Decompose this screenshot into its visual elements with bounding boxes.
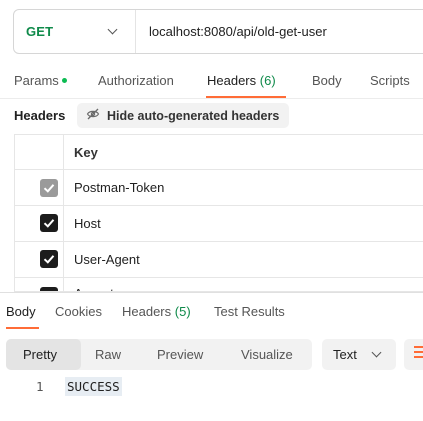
table-row-key: Postman-Token [74,180,165,195]
column-header-key: Key [74,145,98,160]
headers-table: Key Postman-Token Host User-Agent Accept [14,134,423,292]
tab-authorization[interactable]: Authorization [98,73,174,88]
tab-params-label: Params [14,73,59,88]
response-divider [0,292,423,293]
format-preview-button[interactable]: Preview [157,347,203,362]
response-tab-headers-label: Headers [122,304,172,319]
url-bar: GET localhost:8080/api/old-get-user [13,9,423,54]
tab-body[interactable]: Body [312,73,342,88]
tab-scripts-label: Scripts [370,73,410,88]
tab-authorization-label: Authorization [98,73,174,88]
response-body-line: SUCCESS [65,377,122,396]
hide-auto-headers-button[interactable]: Hide auto-generated headers [77,103,289,128]
response-tab-headers[interactable]: Headers (5) [122,304,191,319]
response-tab-headers-count: (5) [174,304,191,319]
params-active-dot-icon [61,78,67,83]
divider [0,98,423,99]
body-type-select[interactable]: Text [322,339,396,370]
tab-headers-count: (6) [259,73,276,88]
tab-headers-label: Headers [207,73,257,88]
method-label: GET [26,24,54,39]
line-number: 1 [36,379,44,394]
table-row-key: Host [74,216,101,231]
response-tab-test-results-label: Test Results [214,304,285,319]
response-tab-cookies-label: Cookies [55,304,102,319]
row-checkbox-host[interactable] [40,214,58,232]
tab-scripts[interactable]: Scripts [370,73,410,88]
format-raw-button[interactable]: Raw [95,347,121,362]
column-divider [63,135,64,291]
check-icon [43,184,55,193]
body-type-label: Text [333,347,357,362]
wrap-lines-icon [414,346,423,360]
tab-params[interactable]: Params [14,73,67,88]
url-input[interactable]: localhost:8080/api/old-get-user [149,24,327,39]
tab-body-label: Body [312,73,342,88]
format-pretty-label: Pretty [23,347,57,362]
method-select[interactable]: GET [14,10,136,53]
response-format-bar: Pretty Raw Preview Visualize [6,339,312,370]
chevron-down-icon [371,347,382,358]
row-checkbox-user-agent[interactable] [40,250,58,268]
headers-section-title: Headers [14,108,66,123]
format-visualize-button[interactable]: Visualize [241,347,293,362]
response-tab-body[interactable]: Body [6,304,36,319]
chevron-down-icon [107,24,118,35]
eye-off-icon [86,107,100,124]
response-tab-test-results[interactable]: Test Results [214,304,285,319]
row-divider [15,241,423,242]
row-divider [15,205,423,206]
row-checkbox-postman-token [40,179,58,197]
check-icon [43,219,55,228]
response-tab-cookies[interactable]: Cookies [55,304,102,319]
check-icon [43,255,55,264]
response-tab-body-label: Body [6,304,36,319]
row-divider [15,277,423,278]
active-response-tab-indicator [6,327,39,329]
tab-headers[interactable]: Headers (6) [207,73,276,88]
wrap-lines-button[interactable] [404,339,423,370]
row-divider [15,169,423,170]
hide-auto-headers-label: Hide auto-generated headers [107,109,280,123]
table-row-key: User-Agent [74,252,140,267]
